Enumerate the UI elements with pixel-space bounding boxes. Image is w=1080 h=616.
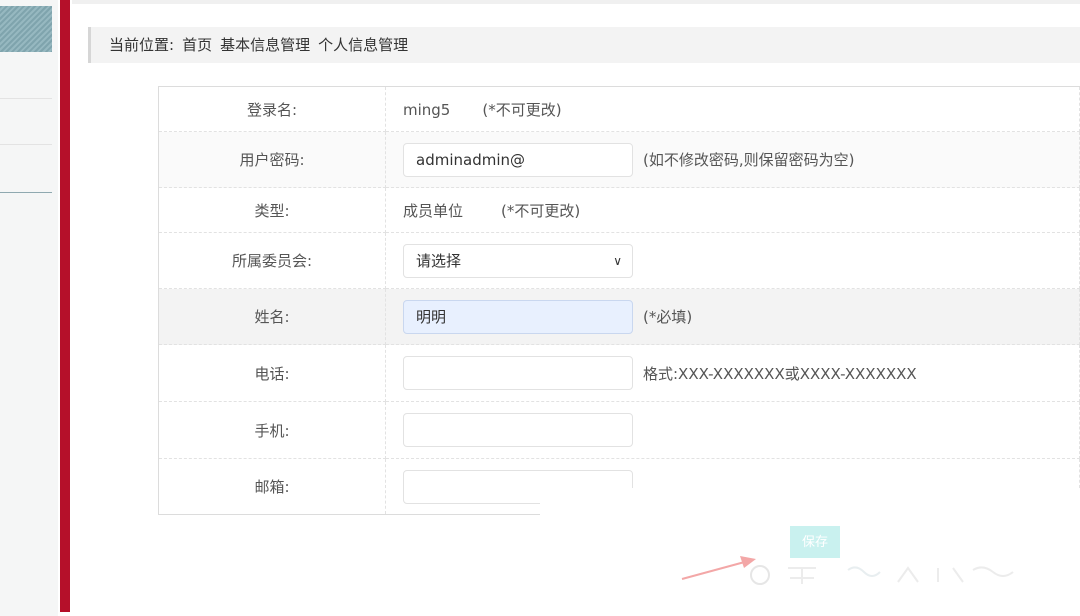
sidebar-item[interactable] xyxy=(0,144,52,193)
name-input[interactable] xyxy=(403,299,633,334)
phone-cell: 格式:XXX-XXXXXXX或XXXX-XXXXXXX xyxy=(385,344,1080,402)
committee-select[interactable]: 请选择 ∨ xyxy=(403,243,633,278)
phone-label: 电话: xyxy=(158,344,386,402)
password-label: 用户密码: xyxy=(158,131,386,188)
password-note: (如不修改密码,则保留密码为空) xyxy=(643,151,855,169)
password-cell: (如不修改密码,则保留密码为空) xyxy=(385,131,1080,188)
phone-input[interactable] xyxy=(403,356,633,390)
breadcrumb-item-home[interactable]: 首页 xyxy=(182,36,212,54)
form-row-committee: 所属委员会: 请选择 ∨ xyxy=(158,232,1080,289)
name-note: (*必填) xyxy=(643,308,693,326)
committee-label: 所属委员会: xyxy=(158,232,386,289)
login-name-note: (*不可更改) xyxy=(482,100,562,119)
sidebar-item[interactable] xyxy=(0,98,52,145)
login-name-cell: ming5 (*不可更改) xyxy=(385,86,1080,132)
accent-divider xyxy=(60,0,70,612)
mobile-cell xyxy=(385,401,1080,459)
name-label: 姓名: xyxy=(158,288,386,345)
name-cell: (*必填) xyxy=(385,288,1080,345)
mobile-input[interactable] xyxy=(403,413,633,447)
phone-format-note: 格式:XXX-XXXXXXX或XXXX-XXXXXXX xyxy=(643,364,917,383)
breadcrumb: 当前位置: 首页 基本信息管理 个人信息管理 xyxy=(88,27,1080,63)
sidebar xyxy=(0,0,58,616)
type-note: (*不可更改) xyxy=(501,201,581,220)
committee-cell: 请选择 ∨ xyxy=(385,232,1080,289)
breadcrumb-item-personal-info: 个人信息管理 xyxy=(318,36,409,54)
sidebar-item[interactable] xyxy=(0,52,52,99)
committee-select-value: 请选择 xyxy=(416,251,462,270)
sidebar-header-image xyxy=(0,6,52,52)
form-row-type: 类型: 成员单位 (*不可更改) xyxy=(158,187,1080,233)
profile-form: 登录名: ming5 (*不可更改) 用户密码: (如不修改密码,则保留密码为空)… xyxy=(158,86,1080,515)
chevron-down-icon: ∨ xyxy=(613,253,622,268)
watermark-logo-icon xyxy=(750,565,1014,585)
type-label: 类型: xyxy=(158,187,386,233)
email-label: 邮箱: xyxy=(158,458,386,515)
breadcrumb-prefix: 当前位置: xyxy=(109,36,175,54)
login-name-label: 登录名: xyxy=(158,86,386,132)
form-row-password: 用户密码: (如不修改密码,则保留密码为空) xyxy=(158,131,1080,188)
top-divider xyxy=(72,0,1080,4)
form-row-mobile: 手机: xyxy=(158,401,1080,459)
mobile-label: 手机: xyxy=(158,401,386,459)
type-cell: 成员单位 (*不可更改) xyxy=(385,187,1080,233)
form-row-phone: 电话: 格式:XXX-XXXXXXX或XXXX-XXXXXXX xyxy=(158,344,1080,402)
save-button[interactable]: 保存 xyxy=(790,526,840,558)
form-row-login-name: 登录名: ming5 (*不可更改) xyxy=(158,86,1080,132)
form-row-name: 姓名: (*必填) xyxy=(158,288,1080,345)
breadcrumb-item-basic-info[interactable]: 基本信息管理 xyxy=(220,36,310,54)
password-input[interactable] xyxy=(403,142,633,177)
login-name-value: ming5 xyxy=(403,100,451,119)
type-value: 成员单位 xyxy=(403,201,464,220)
